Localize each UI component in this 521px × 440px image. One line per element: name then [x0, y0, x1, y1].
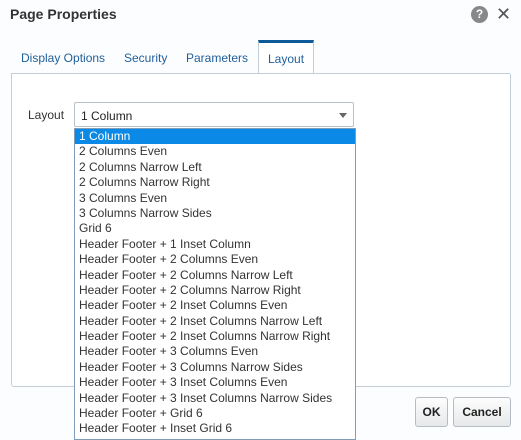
layout-select[interactable]: 1 Column	[74, 102, 354, 127]
dropdown-option[interactable]: Header Footer + 3 Columns Narrow Sides	[75, 360, 355, 375]
dropdown-option[interactable]: Header Footer + 2 Inset Columns Even	[75, 298, 355, 313]
close-icon[interactable]: ✕	[496, 4, 511, 24]
page-properties-dialog: Page Properties ? ✕ Display Options Secu…	[0, 0, 521, 440]
tab-display-options[interactable]: Display Options	[19, 40, 107, 73]
dropdown-option[interactable]: Header Footer + 2 Columns Narrow Left	[75, 268, 355, 283]
dropdown-option[interactable]: Grid 6	[75, 221, 355, 236]
dropdown-option[interactable]: Header Footer + 3 Columns Even	[75, 344, 355, 359]
dropdown-option[interactable]: Header Footer + 2 Inset Columns Narrow R…	[75, 329, 355, 344]
dropdown-option[interactable]: Header Footer + 1 Inset Column	[75, 237, 355, 252]
layout-dropdown-list[interactable]: 1 Column 2 Columns Even 2 Columns Narrow…	[74, 128, 356, 440]
dropdown-option[interactable]: 3 Columns Narrow Sides	[75, 206, 355, 221]
ok-button[interactable]: OK	[415, 397, 448, 427]
dropdown-option[interactable]: 2 Columns Narrow Left	[75, 160, 355, 175]
dropdown-option[interactable]: Header Footer + 3 Inset Columns Narrow S…	[75, 391, 355, 406]
chevron-down-icon	[339, 113, 347, 118]
dropdown-option[interactable]: 1 Column	[75, 129, 355, 145]
tab-layout[interactable]: Layout	[258, 40, 315, 74]
dialog-titlebar: Page Properties ? ✕	[0, 0, 521, 30]
dropdown-option[interactable]: 2 Columns Narrow Right	[75, 175, 355, 190]
dropdown-option[interactable]: Header Footer + Inset Grid 6	[75, 421, 355, 436]
dropdown-option[interactable]: Header Footer + 2 Columns Narrow Right	[75, 283, 355, 298]
dropdown-option[interactable]: Header Footer + 2 Columns Even	[75, 252, 355, 267]
dropdown-option[interactable]: 2 Columns Even	[75, 144, 355, 159]
cancel-button[interactable]: Cancel	[453, 397, 511, 427]
dropdown-option[interactable]: Header Footer + 3 Inset Columns Even	[75, 375, 355, 390]
layout-select-value: 1 Column	[81, 109, 133, 123]
tab-parameters[interactable]: Parameters	[184, 40, 250, 73]
layout-label: Layout	[28, 108, 65, 122]
dialog-title: Page Properties	[10, 6, 117, 22]
dropdown-option[interactable]: 3 Columns Even	[75, 191, 355, 206]
question-icon[interactable]: ?	[471, 6, 488, 23]
tab-bar: Display Options Security Parameters Layo…	[11, 40, 511, 74]
tab-security[interactable]: Security	[122, 40, 169, 73]
dropdown-option[interactable]: Header Footer + Grid 6	[75, 406, 355, 421]
dropdown-option[interactable]: Header Footer + 2 Inset Columns Narrow L…	[75, 314, 355, 329]
